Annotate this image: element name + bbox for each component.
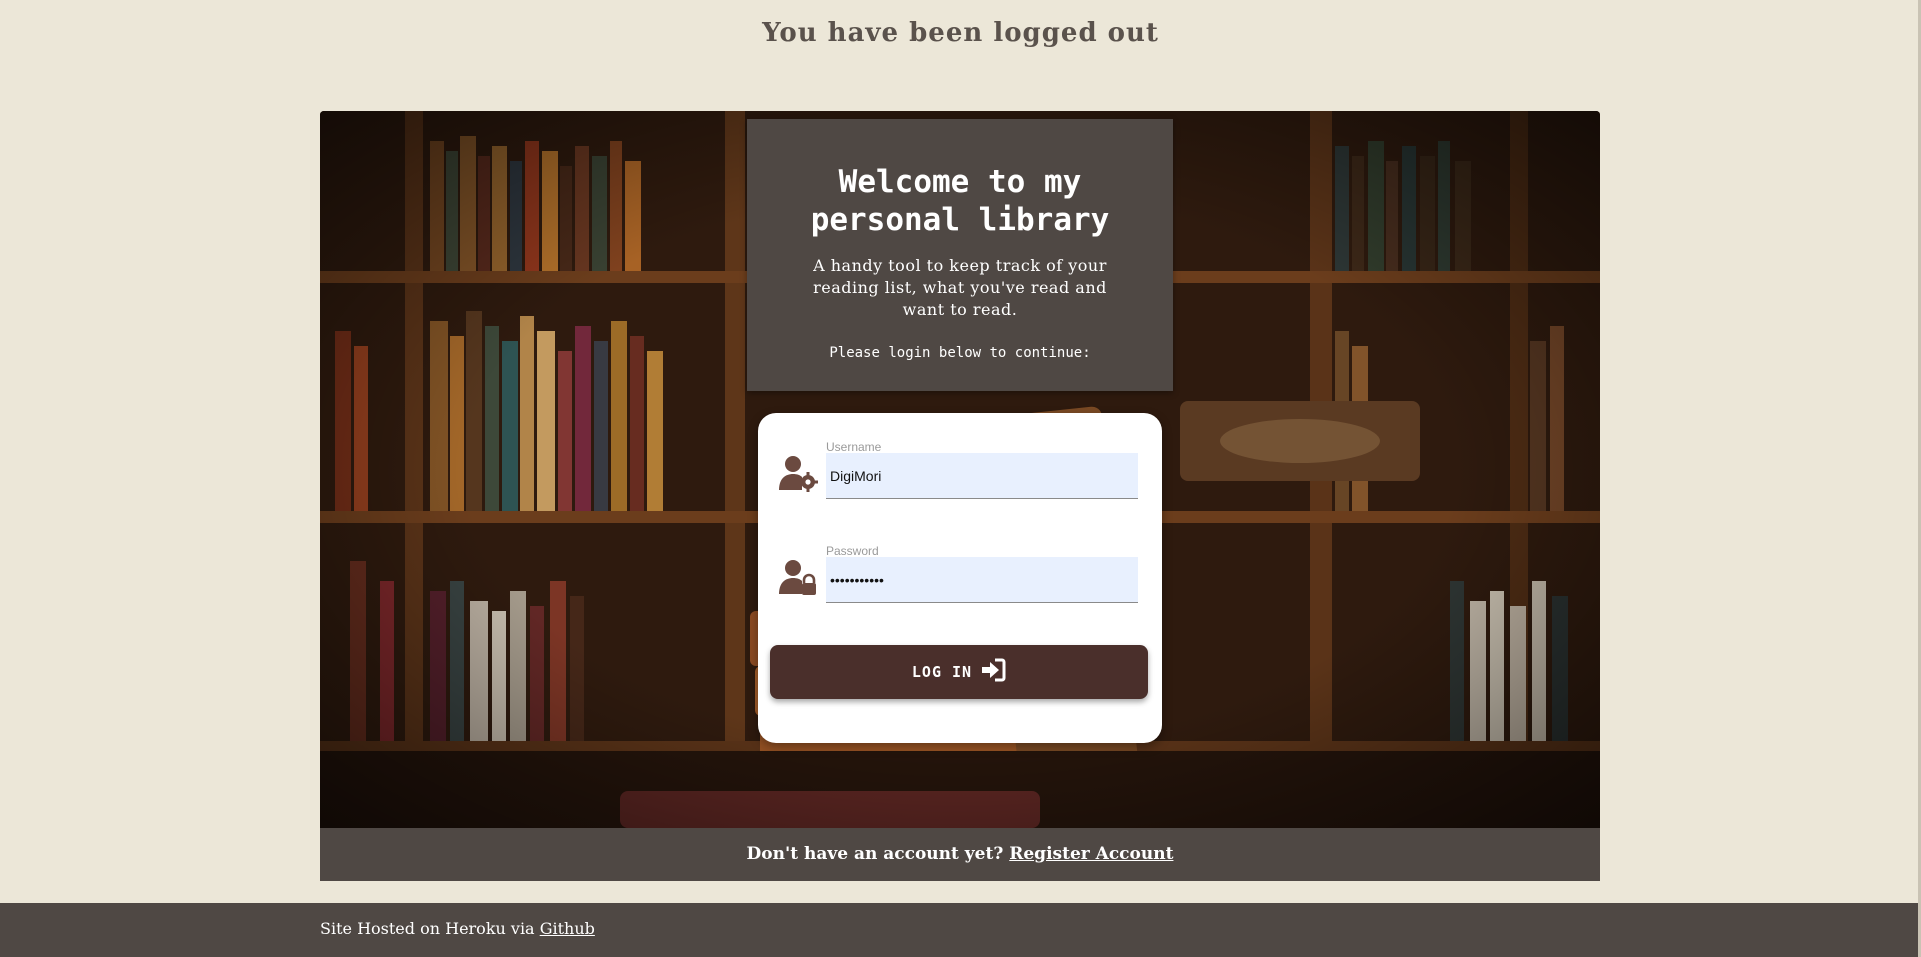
username-input[interactable] xyxy=(826,453,1138,499)
register-bar: Don't have an account yet? Register Acco… xyxy=(320,828,1600,881)
user-lock-icon xyxy=(778,558,818,596)
register-prompt: Don't have an account yet? xyxy=(746,844,1004,864)
username-label: Username xyxy=(826,440,882,454)
welcome-title: Welcome to my personal library xyxy=(810,164,1110,238)
login-button[interactable]: LOG IN xyxy=(770,645,1148,699)
footer: Site Hosted on Heroku via Github xyxy=(0,903,1921,957)
footer-text-wrap: Site Hosted on Heroku via Github xyxy=(320,919,595,938)
login-prompt: Please login below to continue: xyxy=(829,345,1091,361)
sign-in-icon xyxy=(980,658,1006,686)
page: You have been logged out Welcome to my p… xyxy=(0,0,1921,957)
password-input[interactable] xyxy=(826,557,1138,603)
github-link[interactable]: Github xyxy=(540,919,595,938)
welcome-panel: Welcome to my personal library A handy t… xyxy=(747,119,1173,391)
register-account-link[interactable]: Register Account xyxy=(1009,844,1173,864)
password-row: Password xyxy=(778,544,1148,604)
username-row: Username xyxy=(778,440,1148,500)
user-gear-icon xyxy=(778,454,818,492)
footer-text: Site Hosted on Heroku via xyxy=(320,919,535,938)
logout-message: You have been logged out xyxy=(762,18,1159,48)
welcome-tagline: A handy tool to keep track of your readi… xyxy=(813,256,1107,319)
login-form: Username Password LOG IN xyxy=(758,413,1162,743)
login-button-label: LOG IN xyxy=(911,663,973,681)
password-label: Password xyxy=(826,544,879,558)
